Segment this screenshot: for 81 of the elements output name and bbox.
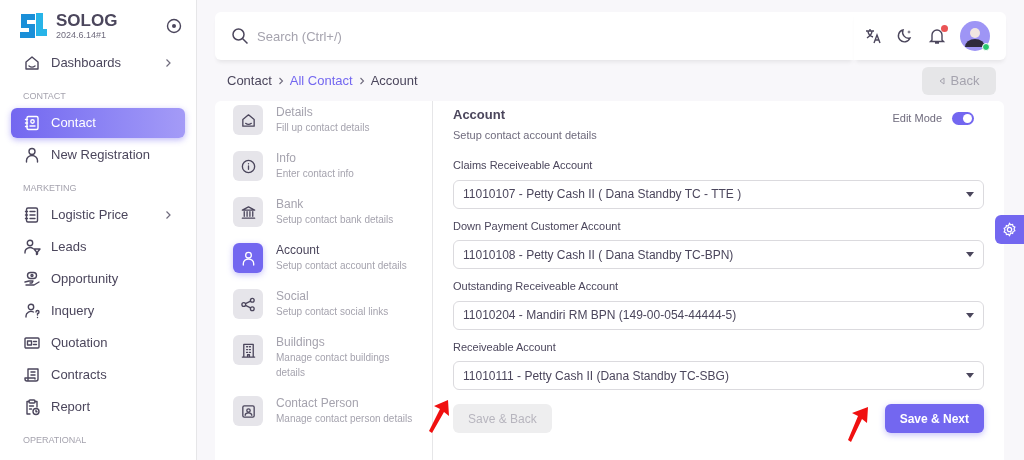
version-text: 2024.6.14#1 <box>56 31 108 40</box>
select-field[interactable]: 11010108 - Petty Cash II ( Dana Standby TC-BPN) <box>453 240 984 269</box>
field-label: Down Payment Customer Account <box>453 218 622 234</box>
sidebar-item[interactable]: Leads <box>11 232 185 262</box>
contact-book-icon <box>23 114 41 132</box>
avatar[interactable] <box>960 21 990 51</box>
sidebar-item[interactable]: Quotation <box>11 328 185 358</box>
home-icon <box>23 54 41 72</box>
translate-icon[interactable] <box>864 27 882 45</box>
caret-down-icon <box>966 312 974 318</box>
caret-down-icon <box>966 373 974 378</box>
step-description: Enter contact info <box>276 167 355 181</box>
info-icon <box>239 157 257 175</box>
section-heading: OPERATIONAL <box>22 434 88 446</box>
field-label: Receiveable Account <box>453 339 557 355</box>
id-card-icon <box>23 334 41 352</box>
home-icon <box>239 111 257 129</box>
step-description: Setup contact bank details <box>276 213 395 227</box>
section-heading: CONTACT <box>22 90 67 102</box>
form-button[interactable]: Save & Next <box>884 404 984 433</box>
section-title: Account <box>453 106 506 124</box>
step-title: Contact Person <box>276 396 360 411</box>
search-icon <box>231 27 249 45</box>
sidebar-item[interactable]: Opportunity <box>11 264 185 294</box>
step-description: Setup contact social links <box>276 305 390 319</box>
field-label: Claims Receiveable Account <box>453 158 594 173</box>
step-title: Details <box>276 105 314 120</box>
pin-icon[interactable] <box>166 18 182 34</box>
settings-icon <box>1002 222 1017 237</box>
badge-person-icon <box>239 402 257 420</box>
select-field[interactable]: 11010107 - Petty Cash II ( Dana Standby TC - TTE ) <box>453 179 984 209</box>
step-description: Manage contact person details <box>276 412 414 426</box>
list-icon <box>23 206 41 224</box>
chevron-icon <box>277 77 284 85</box>
breadcrumb-text: Account <box>370 72 418 91</box>
share-icon <box>239 295 257 313</box>
step-title: Social <box>276 289 310 304</box>
sidebar-item[interactable]: New Registration <box>11 140 185 170</box>
select-field[interactable]: 11010111 - Petty Cash II (Dana Standby TC-SBG) <box>453 361 984 390</box>
step-title: Buildings <box>276 335 326 350</box>
person-filter-icon <box>23 238 41 256</box>
hand-coin-icon <box>23 270 41 288</box>
step-title: Bank <box>276 197 305 212</box>
step-title: Account <box>276 243 321 258</box>
bank-icon <box>239 203 257 221</box>
settings-button[interactable] <box>995 215 1024 244</box>
edit-mode-toggle[interactable] <box>952 111 974 125</box>
logo-icon <box>18 11 48 41</box>
caret-down-icon <box>966 191 974 197</box>
chevron-icon <box>358 77 365 85</box>
step-item[interactable]: Account Setup contact account details <box>233 243 432 273</box>
person-question-icon <box>23 302 41 320</box>
caret-left-icon <box>938 77 945 85</box>
field-label: Outstanding Receiveable Account <box>453 279 620 294</box>
scroll-icon <box>23 366 41 384</box>
person-icon <box>23 146 41 164</box>
step-description: Setup contact account details <box>276 259 408 273</box>
sidebar-item[interactable]: Logistic Price <box>11 200 185 230</box>
step-description: Manage contact buildings details <box>276 351 391 380</box>
pointer-arrow <box>428 398 450 434</box>
moon-icon[interactable] <box>896 27 914 45</box>
bell-icon[interactable] <box>928 27 946 45</box>
brand-name: SOLOG <box>56 12 118 29</box>
pointer-arrow <box>847 405 869 443</box>
step-description: Fill up contact details <box>276 121 371 135</box>
sidebar-item[interactable]: Contracts <box>11 360 185 390</box>
section-subtitle: Setup contact account details <box>453 127 597 143</box>
select-field[interactable]: 11010204 - Mandiri RM BPN (149-00-054-44444-5) <box>453 300 984 330</box>
section-heading: MARKETING <box>22 182 78 194</box>
clipboard-clock-icon <box>23 398 41 416</box>
toggle-label: Edit Mode <box>892 111 942 126</box>
sidebar-item[interactable]: Dashboards <box>11 48 185 78</box>
search-input[interactable]: Search (Ctrl+/) <box>253 19 854 53</box>
step-title: Info <box>276 151 297 166</box>
sidebar-item[interactable]: Report <box>11 392 185 422</box>
breadcrumb-link[interactable]: All Contact <box>289 71 353 91</box>
sidebar-item[interactable]: Inquery <box>11 296 185 326</box>
search-field[interactable]: Search (Ctrl+/) <box>215 12 854 60</box>
breadcrumb-text: Contact <box>227 72 272 91</box>
caret-down-icon <box>966 252 974 257</box>
building-icon <box>239 341 257 359</box>
